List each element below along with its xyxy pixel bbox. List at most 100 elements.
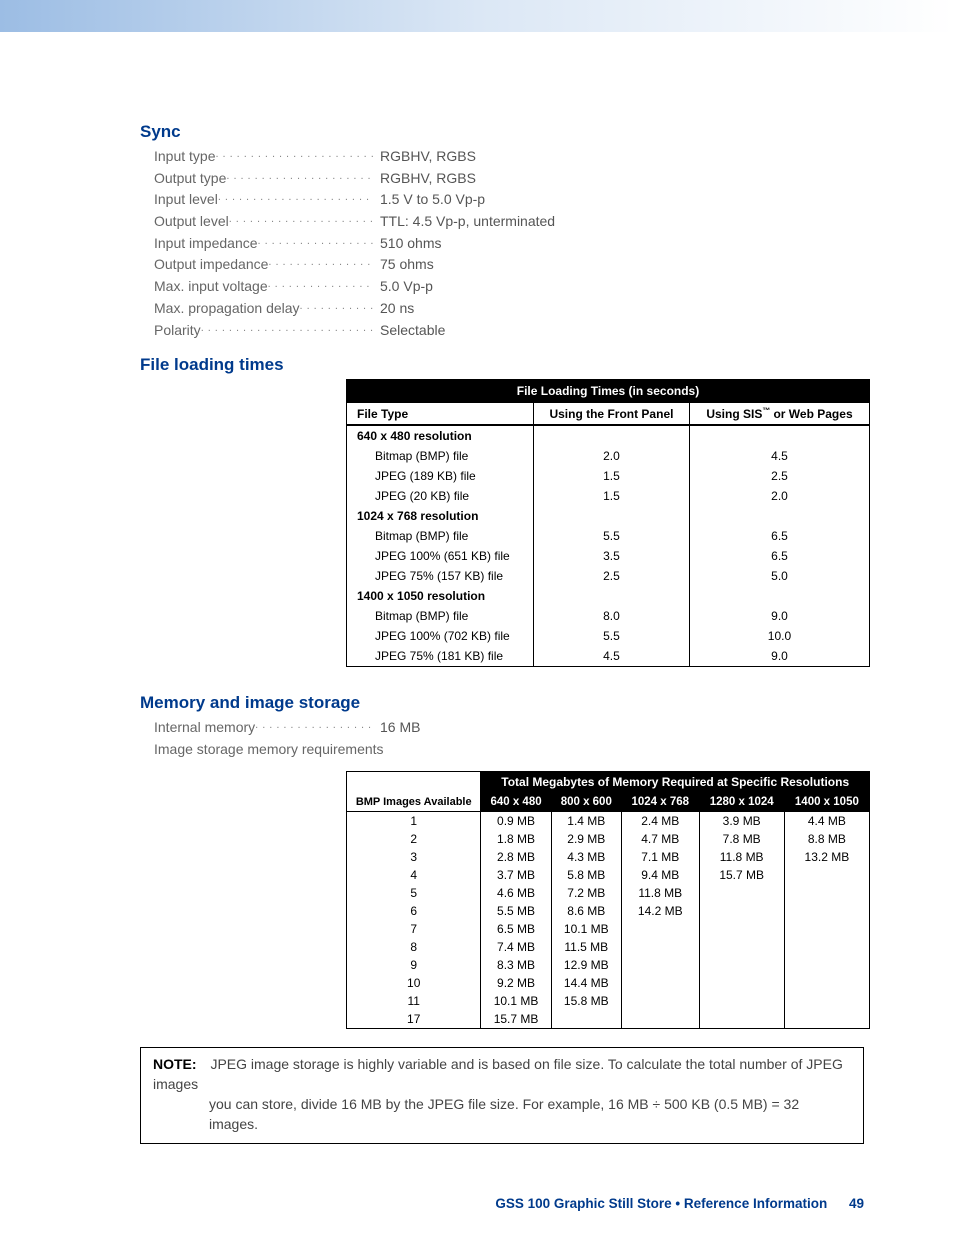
table-row: 1110.1 MB15.8 MB — [347, 992, 870, 1010]
table-row: 10.9 MB1.4 MB2.4 MB3.9 MB4.4 MB — [347, 811, 870, 830]
flt-val-b: 10.0 — [689, 626, 869, 646]
mem-cell — [784, 1010, 869, 1029]
spec-value: RGBHV, RGBS — [380, 146, 476, 168]
mem-cell: 2.4 MB — [621, 811, 699, 830]
spec-row: PolaritySelectable — [154, 320, 864, 342]
table-row: 21.8 MB2.9 MB4.7 MB7.8 MB8.8 MB — [347, 830, 870, 848]
mem-n: 4 — [347, 866, 481, 884]
mem-cell — [699, 974, 784, 992]
mem-cell: 10.1 MB — [551, 920, 621, 938]
leader-dots — [255, 717, 374, 739]
mem-col: 640 x 480 — [481, 792, 551, 811]
flt-name: Bitmap (BMP) file — [347, 606, 534, 626]
spec-value: 75 ohms — [380, 254, 434, 276]
table-row: Bitmap (BMP) file2.04.5 — [347, 446, 870, 466]
mem-cell: 4.7 MB — [621, 830, 699, 848]
flt-val-a: 8.0 — [533, 606, 689, 626]
flt-name: JPEG (189 KB) file — [347, 466, 534, 486]
table-row: JPEG 75% (181 KB) file4.59.0 — [347, 646, 870, 667]
spec-row: Input impedance510 ohms — [154, 233, 864, 255]
flt-val-b: 6.5 — [689, 546, 869, 566]
table-row: 87.4 MB11.5 MB — [347, 938, 870, 956]
table-row: 32.8 MB4.3 MB7.1 MB11.8 MB13.2 MB — [347, 848, 870, 866]
mem-cell: 5.5 MB — [481, 902, 551, 920]
flt-name: JPEG 100% (651 KB) file — [347, 546, 534, 566]
flt-val-b: 2.0 — [689, 486, 869, 506]
mem-cell — [784, 992, 869, 1010]
mem-cell: 4.6 MB — [481, 884, 551, 902]
spec-row: Max. input voltage5.0 Vp-p — [154, 276, 864, 298]
leader-dots — [216, 146, 375, 168]
mem-cell: 8.3 MB — [481, 956, 551, 974]
flt-val-a: 3.5 — [533, 546, 689, 566]
mem-cell: 11.8 MB — [699, 848, 784, 866]
flt-group: 1024 x 768 resolution — [347, 506, 534, 526]
flt-val-b: 4.5 — [689, 446, 869, 466]
spec-label: Max. propagation delay — [154, 298, 300, 320]
mem-cell: 2.8 MB — [481, 848, 551, 866]
spec-row: Output impedance 75 ohms — [154, 254, 864, 276]
mem-cell: 7.2 MB — [551, 884, 621, 902]
mem-cell: 9.2 MB — [481, 974, 551, 992]
table-row: 43.7 MB5.8 MB9.4 MB15.7 MB — [347, 866, 870, 884]
table-row: JPEG 75% (157 KB) file2.55.0 — [347, 566, 870, 586]
flt-col-front: Using the Front Panel — [533, 403, 689, 426]
mem-n: 7 — [347, 920, 481, 938]
mem-n: 5 — [347, 884, 481, 902]
mem-cell: 0.9 MB — [481, 811, 551, 830]
mem-cell: 8.8 MB — [784, 830, 869, 848]
table-row: 109.2 MB14.4 MB — [347, 974, 870, 992]
mem-cell — [784, 974, 869, 992]
mem-cell: 11.5 MB — [551, 938, 621, 956]
flt-val-b: 5.0 — [689, 566, 869, 586]
mem-cell — [699, 920, 784, 938]
table-row: JPEG (20 KB) file1.52.0 — [347, 486, 870, 506]
mem-cell: 15.7 MB — [699, 866, 784, 884]
mem-col: 1280 x 1024 — [699, 792, 784, 811]
spec-label: Output level — [154, 211, 229, 233]
spec-value: Selectable — [380, 320, 445, 342]
mem-n: 10 — [347, 974, 481, 992]
mem-cell — [784, 902, 869, 920]
flt-val-b: 9.0 — [689, 606, 869, 626]
mem-cell: 9.4 MB — [621, 866, 699, 884]
table-row: JPEG 100% (651 KB) file3.56.5 — [347, 546, 870, 566]
mem-cell: 7.8 MB — [699, 830, 784, 848]
note-label: NOTE: — [153, 1056, 197, 1072]
mem-cell: 7.1 MB — [621, 848, 699, 866]
mem-cell — [621, 956, 699, 974]
flt-val-a: 5.5 — [533, 526, 689, 546]
flt-name: JPEG 75% (157 KB) file — [347, 566, 534, 586]
mem-cell — [699, 938, 784, 956]
mem-col: 1400 x 1050 — [784, 792, 869, 811]
spec-label: Output type — [154, 168, 226, 190]
flt-name: Bitmap (BMP) file — [347, 526, 534, 546]
page-top-gradient — [0, 0, 954, 32]
table-row: JPEG (189 KB) file1.52.5 — [347, 466, 870, 486]
mem-cell — [551, 1010, 621, 1029]
table-row: 1715.7 MB — [347, 1010, 870, 1029]
mem-cell: 4.4 MB — [784, 811, 869, 830]
mem-cell: 6.5 MB — [481, 920, 551, 938]
flt-val-a: 4.5 — [533, 646, 689, 667]
mem-cell — [784, 938, 869, 956]
spec-label: Output impedance — [154, 254, 268, 276]
spec-value: TTL: 4.5 Vp-p, unterminated — [380, 211, 555, 233]
mem-cell — [621, 920, 699, 938]
mem-n: 8 — [347, 938, 481, 956]
leader-dots — [229, 211, 374, 233]
flt-val-a: 1.5 — [533, 486, 689, 506]
mem-n: 9 — [347, 956, 481, 974]
flt-table-title: File Loading Times (in seconds) — [347, 380, 870, 403]
mem-n: 17 — [347, 1010, 481, 1029]
mem-cell — [621, 992, 699, 1010]
leader-dots — [258, 233, 374, 255]
mem-table-title: Total Megabytes of Memory Required at Sp… — [481, 771, 870, 792]
mem-cell — [784, 920, 869, 938]
flt-name: JPEG 75% (181 KB) file — [347, 646, 534, 667]
mem-cell — [784, 884, 869, 902]
flt-name: JPEG 100% (702 KB) file — [347, 626, 534, 646]
mem-spec1-label: Internal memory — [154, 717, 255, 739]
mem-cell — [699, 992, 784, 1010]
flt-name: Bitmap (BMP) file — [347, 446, 534, 466]
